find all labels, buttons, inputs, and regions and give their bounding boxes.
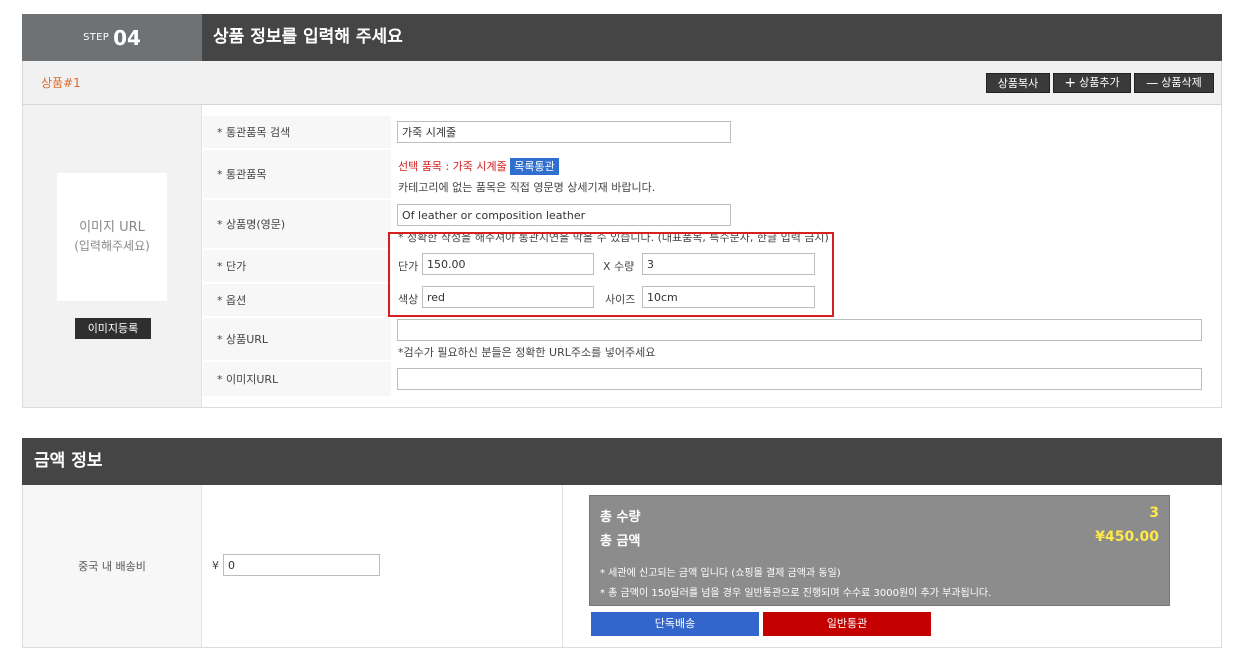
name-en-label: * 상품명(영문) xyxy=(203,200,391,249)
step-badge: STEP 04 xyxy=(22,14,202,61)
item-search-input[interactable] xyxy=(397,121,731,143)
total-amount-label: 총 금액 xyxy=(600,534,641,549)
note-customs: * 세관에 신고되는 금액 입니다 (쇼핑몰 결제 금액과 동일) xyxy=(600,568,841,579)
product-name: 상품#1 xyxy=(41,76,81,90)
copy-product-button[interactable]: 상품복사 xyxy=(986,73,1050,93)
step-header: STEP 04 상품 정보를 입력해 주세요 xyxy=(22,14,1222,61)
single-shipping-button[interactable]: 단독배송 xyxy=(591,612,759,636)
minus-icon: — xyxy=(1146,76,1159,90)
product-bar: 상품#1 상품복사 + 상품추가 — 상품삭제 xyxy=(22,61,1222,105)
step-label: STEP xyxy=(83,32,110,43)
note-fee: * 총 금액이 150달러를 넘을 경우 일반통관으로 진행되며 수수료 300… xyxy=(600,588,992,599)
product-url-input[interactable] xyxy=(397,319,1202,341)
selected-category-text: 선택 품목 : 가죽 시계줄 xyxy=(398,160,507,173)
divider xyxy=(562,485,563,647)
add-product-button[interactable]: + 상품추가 xyxy=(1053,73,1131,93)
total-qty-label: 총 수량 xyxy=(600,510,641,525)
image-placeholder-hint: (입력해주세요) xyxy=(74,239,150,253)
amount-section: 중국 내 배송비 ¥ 총 수량 3 총 금액 ¥450.00 * 세관에 신고되… xyxy=(22,485,1222,648)
summary-box: 총 수량 3 총 금액 ¥450.00 * 세관에 신고되는 금액 입니다 (쇼… xyxy=(589,495,1170,606)
product-name-en-input[interactable] xyxy=(397,204,731,226)
highlight-box xyxy=(388,232,834,317)
image-url-label: * 이미지URL xyxy=(203,362,391,397)
total-qty-value: 3 xyxy=(1149,505,1159,521)
price-label: * 단가 xyxy=(203,250,391,283)
page-title: 상품 정보를 입력해 주세요 xyxy=(213,27,403,47)
category-label: * 통관품목 xyxy=(203,150,391,199)
image-placeholder-title: 이미지 URL xyxy=(79,220,145,235)
currency-symbol: ¥ xyxy=(212,559,219,572)
selected-category: 선택 품목 : 가죽 시계줄 목록통관 xyxy=(398,158,559,175)
search-label: * 통관품목 검색 xyxy=(203,116,391,149)
general-customs-button[interactable]: 일반통관 xyxy=(763,612,931,636)
image-url-input[interactable] xyxy=(397,368,1202,390)
plus-icon: + xyxy=(1064,75,1077,91)
url-note: *검수가 필요하신 분들은 정확한 URL주소를 넣어주세요 xyxy=(398,346,656,359)
category-note: 카테고리에 없는 품목은 직접 영문명 상세기재 바랍니다. xyxy=(398,181,656,194)
option-label: * 옵션 xyxy=(203,284,391,317)
delete-product-label: 상품삭제 xyxy=(1161,76,1202,89)
category-tag: 목록통관 xyxy=(510,158,559,175)
image-panel: 이미지 URL (입력해주세요) 이미지등록 xyxy=(23,105,202,407)
total-amount-value: ¥450.00 xyxy=(1095,529,1159,545)
step-number: 04 xyxy=(113,25,141,50)
url-label: * 상품URL xyxy=(203,318,391,361)
amount-header: 금액 정보 xyxy=(22,438,1222,485)
image-placeholder[interactable]: 이미지 URL (입력해주세요) xyxy=(57,173,167,301)
shipping-fee-input[interactable] xyxy=(223,554,380,576)
delete-product-button[interactable]: — 상품삭제 xyxy=(1134,73,1214,93)
image-register-button[interactable]: 이미지등록 xyxy=(75,318,151,339)
add-product-label: 상품추가 xyxy=(1079,76,1120,89)
shipping-label: 중국 내 배송비 xyxy=(23,485,202,647)
